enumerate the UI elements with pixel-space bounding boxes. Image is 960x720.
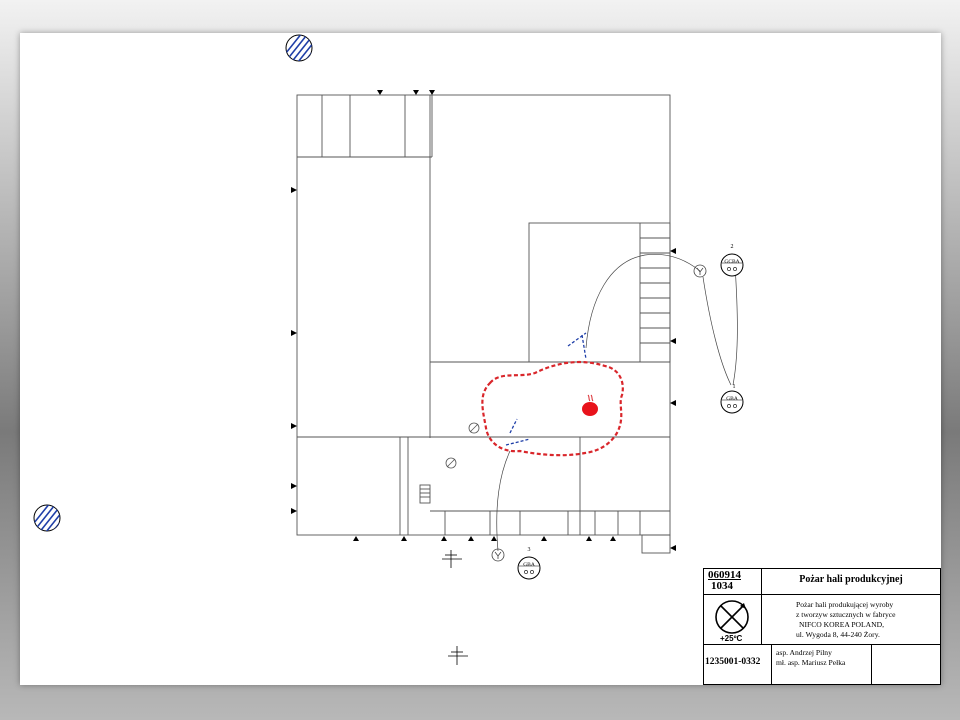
building-outline bbox=[296, 94, 671, 554]
hose-lines bbox=[496, 254, 738, 552]
description-line: Pożar hali produkującej wyroby bbox=[796, 600, 894, 609]
title-block: 060914 1034 Pożar hali produkcyjnej +25º… bbox=[703, 568, 941, 685]
author-name: asp. Andrzej Pilny bbox=[776, 648, 832, 657]
vehicle-number: 3 bbox=[528, 547, 531, 553]
vehicle-label: GCBA bbox=[724, 259, 739, 265]
temperature: +25ºC bbox=[720, 634, 743, 643]
valve-icon bbox=[445, 422, 480, 469]
author-name: mł. asp. Mariusz Pełka bbox=[776, 658, 846, 667]
fire-truck-icon bbox=[517, 556, 541, 580]
description-line: z tworzyw sztucznych w fabryce bbox=[796, 610, 896, 619]
north-cell: +25ºC bbox=[704, 595, 762, 645]
fire-truck-icon bbox=[720, 253, 744, 277]
description-line: ul. Wygoda 8, 44-240 Żory. bbox=[796, 630, 880, 639]
code-cell: 060914 1034 bbox=[704, 569, 762, 595]
vehicle-number: 1 bbox=[733, 384, 736, 390]
authors: asp. Andrzej Pilny mł. asp. Mariusz Pełk… bbox=[772, 645, 872, 684]
wind-direction-icon bbox=[715, 600, 749, 634]
time-code: 1034 bbox=[711, 580, 733, 592]
vehicle-label: GBA bbox=[726, 396, 738, 402]
vehicle-number: 2 bbox=[731, 244, 734, 250]
hydrant-icon bbox=[285, 34, 313, 62]
description: Pożar hali produkującej wyroby z tworzyw… bbox=[762, 595, 940, 645]
exit-markers bbox=[291, 90, 676, 551]
fire-zone-outline bbox=[481, 360, 624, 457]
doc-number: 1235001-0332 bbox=[704, 645, 772, 684]
fire-truck-icon bbox=[720, 390, 744, 414]
nozzle-icon bbox=[505, 332, 587, 446]
plan-title: Pożar hali produkcyjnej bbox=[762, 569, 940, 595]
description-line: NIFCO KOREA POLAND, bbox=[799, 620, 885, 629]
hose-divider-icon bbox=[491, 264, 707, 562]
vehicle-label: GBA bbox=[523, 562, 535, 568]
survey-point-icon bbox=[442, 550, 468, 665]
hydrant-icon bbox=[33, 504, 61, 532]
drawing-sheet: GCBA 2 GBA 1 GBA 3 060914 1034 Pożar hal… bbox=[20, 33, 941, 685]
fire-icon bbox=[582, 394, 598, 416]
